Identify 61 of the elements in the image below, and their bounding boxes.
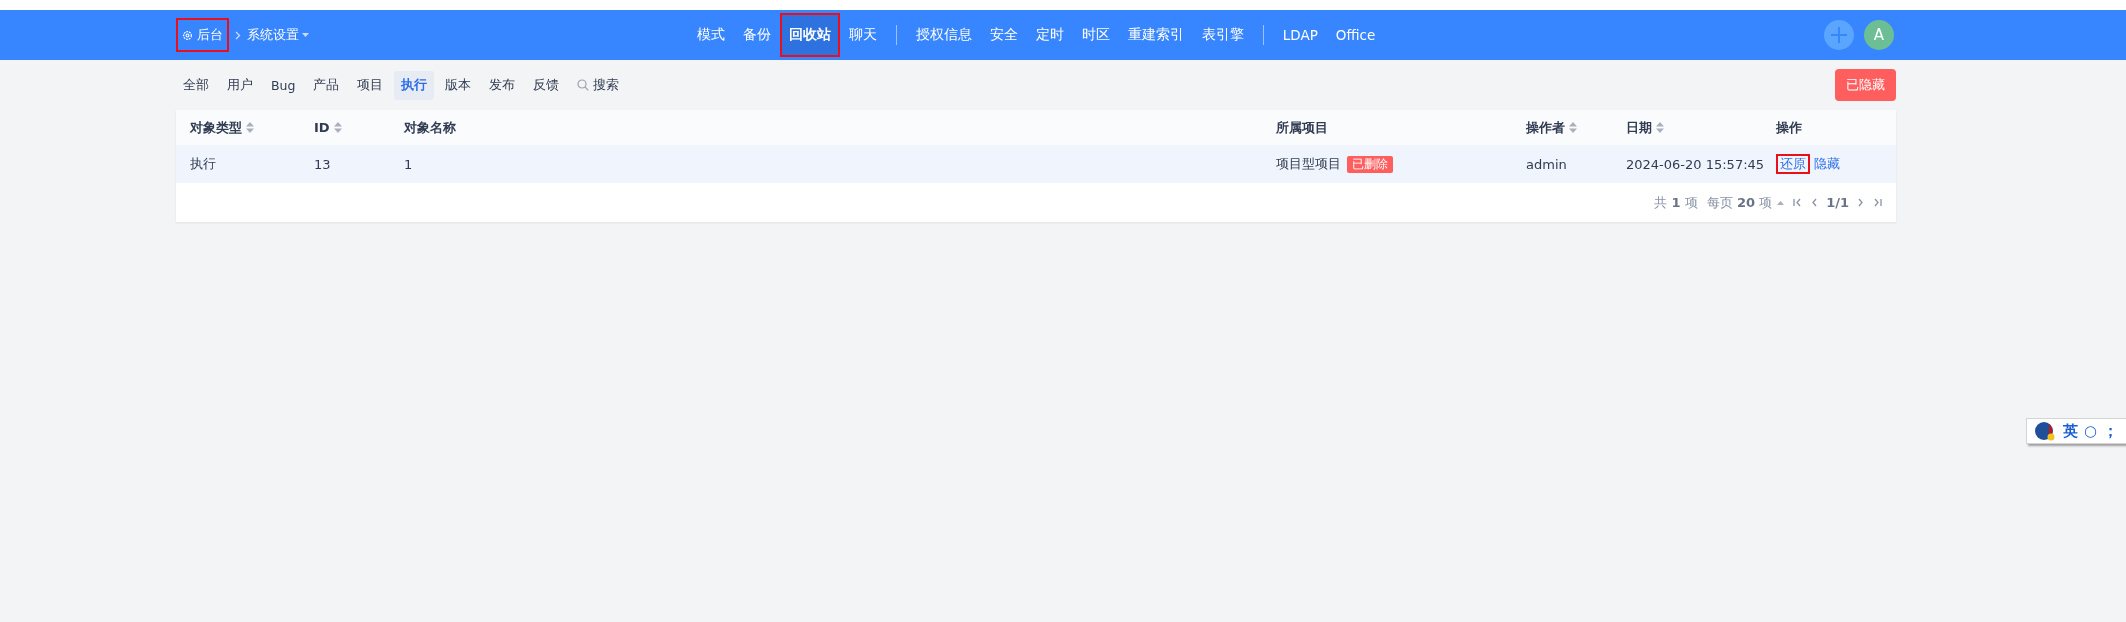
sort-icon[interactable] [1656, 122, 1664, 133]
row-action-link[interactable]: 还原 [1776, 154, 1810, 174]
chevron-icon [235, 30, 241, 40]
row-action-link[interactable]: 隐藏 [1810, 154, 1844, 174]
filter-tab[interactable]: Bug [264, 70, 303, 100]
nav-tab[interactable]: 授权信息 [906, 13, 981, 57]
sort-icon[interactable] [246, 122, 254, 133]
nav-tab[interactable]: 备份 [733, 13, 780, 57]
breadcrumb-dropdown[interactable]: 系统设置 [247, 26, 309, 44]
filter-tab[interactable]: 版本 [438, 70, 479, 100]
nav-tab[interactable]: Office [1326, 13, 1385, 57]
first-page-icon[interactable] [1793, 198, 1803, 207]
nav-tab[interactable]: 定时 [1026, 13, 1073, 57]
column-header: 操作 [1776, 118, 1802, 137]
nav-tab[interactable]: 回收站 [779, 13, 840, 57]
sort-icon[interactable] [333, 122, 342, 133]
filter-tab[interactable]: 发布 [482, 70, 523, 100]
filter-tab[interactable]: 执行 [394, 70, 435, 100]
search-button[interactable]: 搜索 [570, 70, 627, 100]
ime-status[interactable]: 英 [2063, 421, 2078, 441]
caret-icon [302, 33, 309, 37]
ime-status[interactable]: ； [2103, 421, 2119, 441]
nav-tab[interactable]: LDAP [1273, 13, 1327, 57]
filter-tab[interactable]: 反馈 [526, 70, 567, 100]
table-cell: 2024-06-20 15:57:45 [1626, 156, 1765, 172]
nav-tab[interactable]: 模式 [687, 13, 734, 57]
page-size-dropdown[interactable]: 每页 20 项 [1706, 193, 1785, 212]
column-header: 操作者 [1526, 118, 1565, 137]
filter-tab[interactable]: 产品 [306, 70, 347, 100]
settings-icon [182, 29, 193, 41]
table-cell: 13 [314, 156, 331, 172]
filter-tab[interactable]: 全部 [176, 70, 216, 100]
home-link[interactable]: 后台 [176, 18, 229, 52]
sort-icon[interactable] [1569, 122, 1577, 133]
next-page-icon[interactable] [1858, 198, 1864, 207]
caret-icon [1777, 200, 1785, 205]
nav-tab[interactable]: 重建索引 [1118, 13, 1193, 57]
status-badge: 已删除 [1347, 155, 1393, 173]
column-header: 对象名称 [404, 118, 456, 137]
table-cell: 项目型项目 [1276, 155, 1341, 173]
filter-tab[interactable]: 项目 [350, 70, 391, 100]
total-count: 共 1 项 [1654, 193, 1698, 212]
table-cell: 执行 [190, 155, 216, 173]
filter-tab[interactable]: 用户 [220, 70, 260, 100]
ime-status[interactable]: ○ [2084, 422, 2098, 440]
hidden-items-button[interactable]: 已隐藏 [1835, 69, 1896, 101]
previous-page-icon[interactable] [1811, 198, 1818, 207]
nav-tab[interactable]: 表引擎 [1192, 13, 1253, 57]
table-cell: 1 [404, 156, 413, 172]
nav-tab[interactable]: 时区 [1072, 13, 1119, 57]
ime-logo-icon[interactable] [2033, 420, 2057, 442]
column-header: 日期 [1626, 118, 1652, 137]
page-indicator: 1/1 [1826, 195, 1849, 210]
nav-tab[interactable]: 聊天 [839, 13, 886, 57]
table-cell: admin [1526, 156, 1567, 172]
search-icon [577, 79, 590, 91]
last-page-icon[interactable] [1873, 198, 1882, 207]
nav-tab[interactable]: 安全 [980, 13, 1027, 57]
column-header: 对象类型 [190, 118, 242, 137]
column-header: 所属项目 [1276, 118, 1328, 137]
column-header: ID [314, 120, 330, 135]
